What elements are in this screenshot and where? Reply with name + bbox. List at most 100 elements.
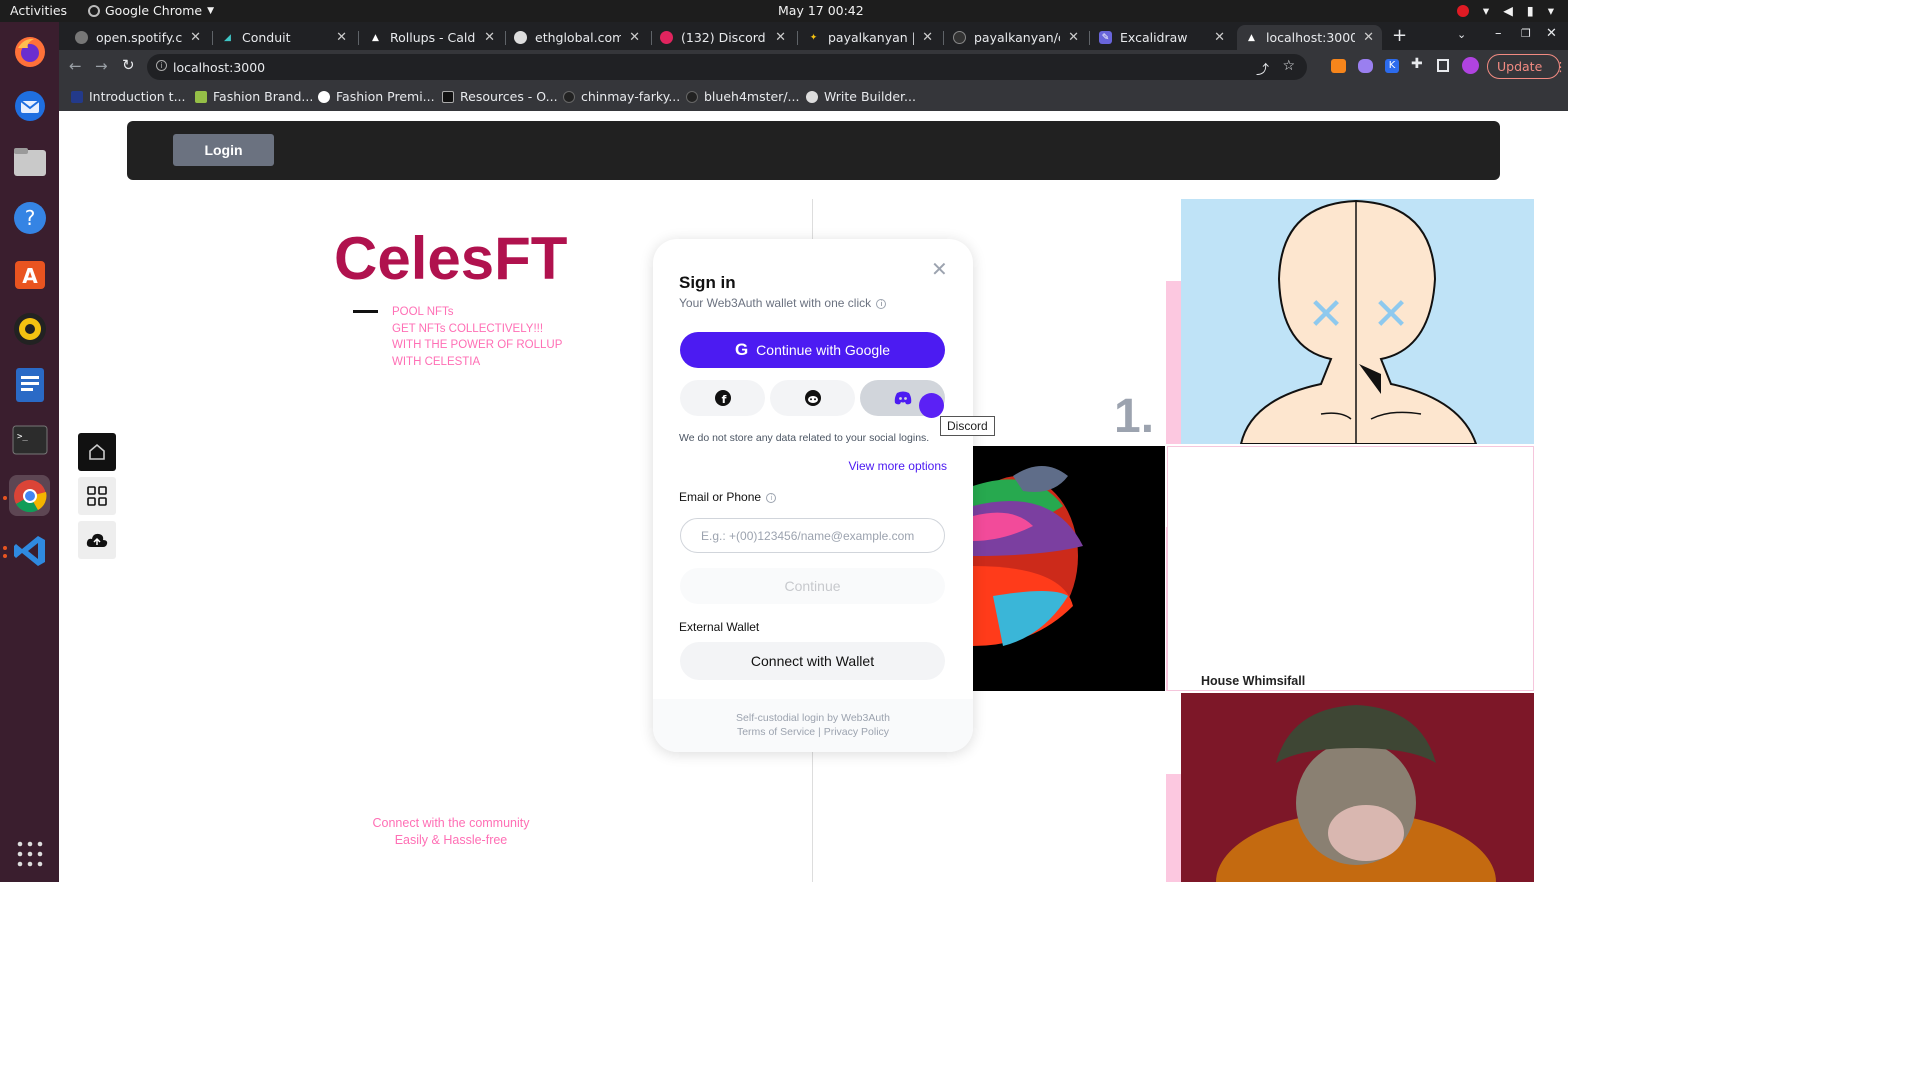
reddit-icon bbox=[804, 390, 821, 406]
gallery-button[interactable] bbox=[78, 477, 116, 515]
share-icon[interactable]: ⤴ bbox=[1256, 59, 1269, 78]
show-apps-icon[interactable] bbox=[9, 833, 50, 874]
firefox-icon[interactable] bbox=[9, 31, 50, 72]
tab-search-icon[interactable]: ⌄ bbox=[1457, 28, 1466, 41]
info-icon[interactable]: i bbox=[876, 298, 887, 309]
thunderbird-icon[interactable] bbox=[9, 85, 50, 126]
extension-ghost-icon[interactable] bbox=[1358, 59, 1373, 73]
globe-icon bbox=[514, 31, 527, 44]
view-more-options-link[interactable]: View more options bbox=[849, 459, 948, 473]
close-icon[interactable]: ✕ bbox=[922, 30, 933, 45]
continue-with-google-button[interactable]: G Continue with Google bbox=[680, 332, 945, 368]
minimize-icon[interactable]: – bbox=[1495, 26, 1502, 41]
bookmark-item[interactable]: Write Builder... bbox=[806, 89, 916, 104]
reddit-login-button[interactable] bbox=[770, 380, 855, 416]
running-indicator bbox=[3, 546, 7, 550]
upload-button[interactable] bbox=[78, 521, 116, 559]
brand-title: CelesFT bbox=[334, 225, 568, 292]
rhythmbox-icon[interactable] bbox=[9, 308, 50, 349]
web3auth-modal: ✕ Sign in Your Web3Auth wallet with one … bbox=[653, 239, 973, 752]
terminal-icon[interactable]: >_ bbox=[9, 419, 50, 460]
close-icon[interactable]: ✕ bbox=[484, 30, 495, 45]
terms-link[interactable]: Terms of Service bbox=[737, 726, 815, 738]
community-line: Connect with the community bbox=[372, 816, 530, 830]
vscode-icon[interactable] bbox=[9, 530, 50, 571]
activities-button[interactable]: Activities bbox=[10, 3, 67, 18]
bookmark-item[interactable]: chinmay-farky... bbox=[563, 89, 680, 104]
google-label: Continue with Google bbox=[756, 342, 891, 358]
profile-avatar[interactable] bbox=[1462, 57, 1479, 74]
nft-blank-card[interactable] bbox=[1167, 446, 1534, 691]
close-icon[interactable]: ✕ bbox=[1214, 30, 1225, 45]
clock[interactable]: May 17 00:42 bbox=[778, 3, 864, 18]
facebook-icon: f bbox=[714, 390, 731, 406]
privacy-note: We do not store any data related to your… bbox=[679, 432, 930, 444]
chrome-dock-icon[interactable] bbox=[9, 475, 50, 516]
close-icon[interactable]: ✕ bbox=[775, 30, 786, 45]
back-icon[interactable]: ← bbox=[69, 57, 82, 75]
nft-skull-image[interactable]: ✕ ✕ bbox=[1181, 199, 1534, 444]
tab-title: open.spotify.co bbox=[96, 30, 183, 45]
forward-icon[interactable]: → bbox=[95, 57, 108, 75]
window-close-icon[interactable]: ✕ bbox=[1546, 26, 1557, 41]
privacy-link[interactable]: Privacy Policy bbox=[824, 726, 889, 738]
extension-k-icon[interactable]: K bbox=[1385, 59, 1399, 73]
continue-button[interactable]: Continue bbox=[680, 568, 945, 604]
tab-title: Excalidraw bbox=[1120, 30, 1188, 45]
shopify-icon bbox=[195, 90, 207, 103]
bookmark-item[interactable]: Resources - O... bbox=[442, 89, 558, 104]
tab-title: payalkanyan | Ha bbox=[828, 30, 915, 45]
metamask-icon[interactable] bbox=[1331, 59, 1346, 73]
bookmark-item[interactable]: Fashion Brand... bbox=[195, 89, 313, 104]
tab-excalidraw[interactable]: ✎ Excalidraw ✕ bbox=[1091, 25, 1233, 50]
address-bar[interactable]: i localhost:3000 ⤴ ☆ bbox=[147, 54, 1307, 80]
bookmark-label: Fashion Brand... bbox=[213, 89, 314, 104]
connect-wallet-button[interactable]: Connect with Wallet bbox=[680, 642, 945, 680]
files-icon[interactable] bbox=[9, 141, 50, 182]
tab-payalkanyan-hackathon[interactable]: ✦ payalkanyan | Ha ✕ bbox=[799, 25, 941, 50]
close-icon[interactable]: ✕ bbox=[931, 257, 948, 282]
new-tab-icon[interactable]: + bbox=[1392, 25, 1407, 46]
side-panel-icon[interactable] bbox=[1437, 59, 1449, 72]
bookmark-item[interactable]: blueh4mster/... bbox=[686, 89, 799, 104]
bookmark-star-icon[interactable]: ☆ bbox=[1282, 58, 1295, 74]
email-label: Email or Phone i bbox=[679, 490, 777, 504]
tab-title: Conduit bbox=[242, 30, 291, 45]
close-icon[interactable]: ✕ bbox=[1068, 30, 1079, 45]
writer-icon[interactable] bbox=[9, 364, 50, 405]
facebook-login-button[interactable]: f bbox=[680, 380, 765, 416]
extensions-puzzle-icon[interactable]: ✚ bbox=[1411, 56, 1423, 72]
tab-conduit[interactable]: ◢ Conduit ✕ bbox=[213, 25, 355, 50]
reload-icon[interactable]: ↻ bbox=[122, 56, 135, 74]
app-menu[interactable]: Google Chrome ▼ bbox=[88, 3, 214, 18]
email-or-phone-input[interactable] bbox=[680, 518, 945, 553]
close-icon[interactable]: ✕ bbox=[629, 30, 640, 45]
system-tray[interactable]: ▾ ◀ ▮ ▾ bbox=[1456, 3, 1554, 18]
conduit-icon: ◢ bbox=[224, 32, 231, 43]
maximize-icon[interactable]: ❐ bbox=[1521, 27, 1531, 40]
nft-abstract-image[interactable] bbox=[973, 446, 1165, 691]
bookmark-item[interactable]: Fashion Premi... bbox=[318, 89, 435, 104]
do-not-disturb-icon bbox=[1456, 4, 1469, 17]
info-icon[interactable]: i bbox=[766, 492, 777, 503]
modal-title: Sign in bbox=[679, 273, 736, 292]
bookmark-label: Fashion Premi... bbox=[336, 89, 435, 104]
bookmark-item[interactable]: Introduction t... bbox=[71, 89, 186, 104]
help-icon[interactable]: ? bbox=[9, 197, 50, 238]
nft-ape-image[interactable] bbox=[1181, 693, 1534, 882]
home-button[interactable] bbox=[78, 433, 116, 471]
tab-title: localhost:3000 bbox=[1266, 30, 1356, 45]
tab-localhost[interactable]: ▲ localhost:3000 ✕ bbox=[1237, 25, 1382, 50]
software-center-icon[interactable]: A bbox=[9, 252, 50, 293]
login-button[interactable]: Login bbox=[173, 134, 274, 166]
tab-spotify[interactable]: open.spotify.co ✕ bbox=[67, 25, 209, 50]
tab-discord[interactable]: (132) Discord | # ✕ bbox=[652, 25, 794, 50]
tab-github[interactable]: payalkanyan/cel ✕ bbox=[945, 25, 1087, 50]
update-button[interactable]: Update ⋮ bbox=[1487, 54, 1567, 79]
tab-ethglobal[interactable]: ethglobal.com ✕ bbox=[506, 25, 648, 50]
close-icon[interactable]: ✕ bbox=[1363, 30, 1374, 45]
close-icon[interactable]: ✕ bbox=[336, 30, 347, 45]
tab-title: ethglobal.com bbox=[535, 30, 622, 45]
tab-caldera[interactable]: ▲ Rollups - Caldera ✕ bbox=[361, 25, 503, 50]
close-icon[interactable]: ✕ bbox=[190, 30, 201, 45]
